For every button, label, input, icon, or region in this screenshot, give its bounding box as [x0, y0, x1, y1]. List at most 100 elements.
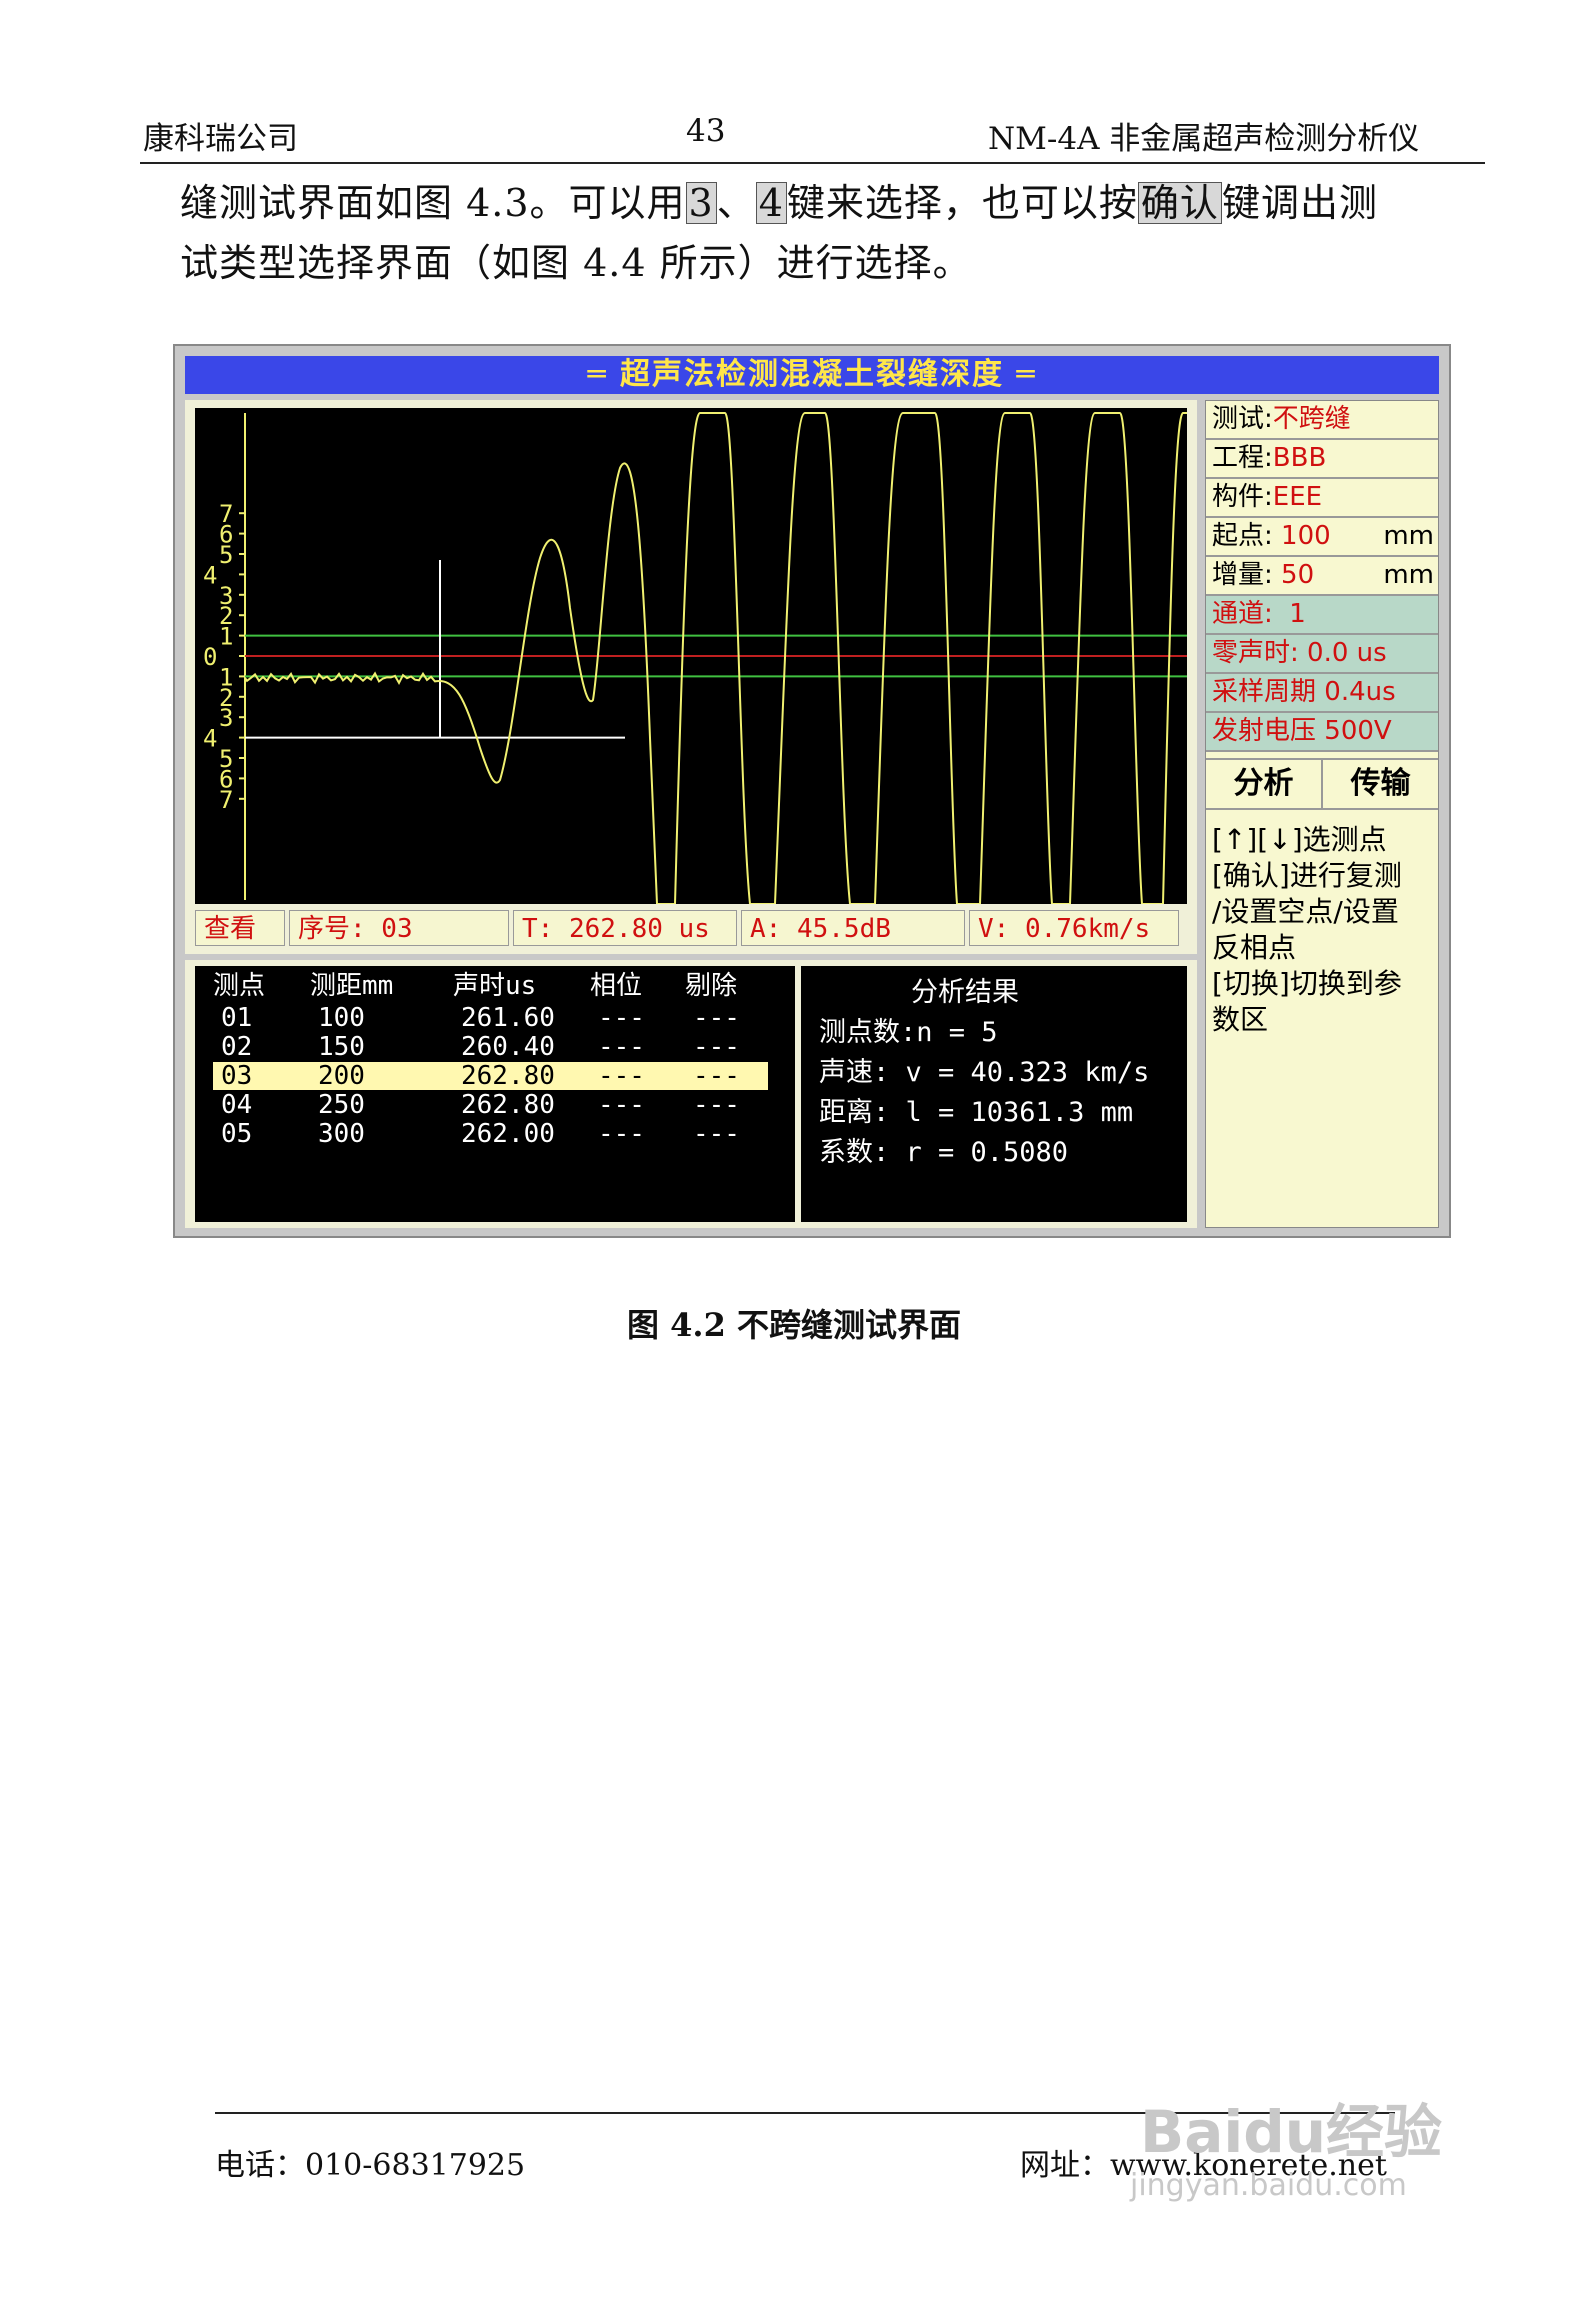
y-tick-label: 1 — [219, 623, 233, 651]
param-test: 测试:不跨缝 — [1206, 401, 1438, 440]
paragraph-text: 缝测试界面如图 4.3。可以用 — [180, 181, 686, 225]
param-member-value: EEE — [1272, 482, 1323, 512]
y-tick-label: 5 — [219, 541, 233, 569]
table-cell: --- — [598, 1003, 645, 1033]
paragraph-separator: 、 — [716, 181, 756, 225]
watermark-url: jingyan.baidu.com — [1130, 2168, 1407, 2203]
results-title: 分析结果 — [911, 977, 1019, 1008]
table-cell: --- — [693, 1090, 740, 1120]
table-cell: 250 — [318, 1090, 365, 1120]
param-project-value: BBB — [1272, 443, 1327, 473]
y-tick-label: 0 — [203, 643, 217, 671]
help-line: /设置空点/设置 — [1212, 895, 1399, 928]
table-cell: --- — [693, 1119, 740, 1149]
help-line: 数区 — [1212, 1003, 1269, 1036]
param-voltage-value: 500V — [1324, 716, 1392, 746]
table-row[interactable]: 05 300 262.00 --- --- — [195, 1120, 795, 1148]
y-tick-label: 3 — [219, 704, 233, 732]
header-product: NM-4A 非金属超声检测分析仪 — [988, 121, 1420, 157]
help-line: [↑][↓]选测点 — [1212, 823, 1387, 856]
status-mode: 查看 — [195, 910, 285, 946]
instrument-screenshot: ═ 超声法检测混凝土裂缝深度 ═ 765432101234567 查看 序号: … — [173, 344, 1451, 1238]
table-cell: 262.80 — [461, 1090, 555, 1120]
status-index: 序号: 03 — [289, 910, 509, 946]
param-voltage: 发射电压 500V — [1206, 713, 1438, 752]
table-row[interactable]: 04 250 262.80 --- --- — [195, 1091, 795, 1119]
table-cell: --- — [693, 1032, 740, 1062]
footer-phone: 电话：010-68317925 — [215, 2148, 526, 2183]
screen-title: ═ 超声法检测混凝土裂缝深度 ═ — [185, 356, 1439, 394]
help-text: [↑][↓]选测点 [确认]进行复测 /设置空点/设置 反相点 [切换]切换到参… — [1206, 810, 1438, 1038]
y-tick-label: 7 — [219, 786, 233, 814]
action-buttons: 分析 传输 — [1206, 758, 1438, 810]
key-3: 3 — [685, 182, 717, 224]
param-zero-time: 零声时: 0.0 us — [1206, 635, 1438, 674]
page-number: 43 — [686, 113, 726, 149]
param-channel-value: 1 — [1289, 599, 1306, 629]
analyze-button[interactable]: 分析 — [1206, 760, 1323, 808]
table-cell: 04 — [221, 1090, 253, 1120]
parameter-panel: 测试:不跨缝 工程:BBB 构件:EEE 起点: 100 mm 增量: 50 mm … — [1205, 400, 1439, 1228]
paragraph-line-2: 试类型选择界面（如图 4.4 所示）进行选择。 — [180, 241, 972, 285]
table-cell: --- — [693, 1061, 740, 1091]
status-amplitude: A: 45.5dB — [741, 910, 965, 946]
result-count: 测点数:n = 5 — [819, 1017, 998, 1048]
result-coefficient: 系数: r = 0.5080 — [819, 1137, 1069, 1168]
help-line: 反相点 — [1212, 931, 1297, 964]
transfer-button[interactable]: 传输 — [1323, 760, 1438, 808]
param-zero-time-value: 0.0 us — [1307, 638, 1387, 668]
waveform-panel: 765432101234567 查看 序号: 03 T: 262.80 us A… — [185, 400, 1197, 954]
y-tick-label: 4 — [203, 725, 217, 753]
figure-caption: 图 4.2 不跨缝测试界面 — [627, 1306, 961, 1344]
watermark-logo: Baidu经验 — [1140, 2098, 1443, 2166]
result-distance: 距离: l = 10361.3 mm — [819, 1097, 1134, 1128]
table-cell: --- — [598, 1032, 645, 1062]
param-start-value: 100 — [1281, 521, 1331, 551]
table-cell: 02 — [221, 1032, 253, 1062]
analysis-results: 分析结果 测点数:n = 5 声速: v = 40.323 km/s 距离: l… — [801, 966, 1187, 1222]
key-confirm: 确认 — [1137, 182, 1222, 224]
table-cell: --- — [598, 1061, 645, 1091]
help-line: [确认]进行复测 — [1212, 859, 1402, 892]
table-cell: 01 — [221, 1003, 253, 1033]
header-divider — [140, 162, 1485, 164]
waveform-plot: 765432101234567 — [195, 408, 1187, 904]
param-sample-period-value: 0.4us — [1324, 677, 1396, 707]
status-velocity: V: 0.76km/s — [969, 910, 1179, 946]
header-company: 康科瑞公司 — [143, 121, 298, 157]
param-increment-value: 50 — [1281, 560, 1315, 590]
table-cell: 300 — [318, 1119, 365, 1149]
table-row[interactable]: 01 100 261.60 --- --- — [195, 1004, 795, 1032]
status-time: T: 262.80 us — [513, 910, 737, 946]
status-bar: 查看 序号: 03 T: 262.80 us A: 45.5dB V: 0.76… — [195, 910, 1187, 946]
measurement-table: 测点 测距mm 声时us 相位 剔除 01 100 261.60 --- --- 02 150 260.… — [195, 966, 795, 1222]
param-sample-period: 采样周期 0.4us — [1206, 674, 1438, 713]
table-cell: --- — [693, 1003, 740, 1033]
waveform-trace — [244, 412, 1187, 904]
y-tick-label: 4 — [203, 561, 217, 589]
param-member: 构件:EEE — [1206, 479, 1438, 518]
param-start: 起点: 100 mm — [1206, 518, 1438, 557]
table-cell: 测距mm — [310, 971, 394, 1001]
table-cell: 相位 — [590, 971, 643, 1001]
result-velocity: 声速: v = 40.323 km/s — [819, 1057, 1150, 1088]
table-cell: 261.60 — [461, 1003, 555, 1033]
table-cell: 150 — [318, 1032, 365, 1062]
key-4: 4 — [755, 182, 787, 224]
paragraph-text: 键调出测 — [1221, 181, 1378, 225]
param-project: 工程:BBB — [1206, 440, 1438, 479]
table-cell: 测点 — [213, 971, 266, 1001]
table-cell: 03 — [221, 1061, 253, 1091]
table-cell: --- — [598, 1090, 645, 1120]
help-line: [切换]切换到参 — [1212, 967, 1402, 1000]
table-cell: 100 — [318, 1003, 365, 1033]
table-cell: 200 — [318, 1061, 365, 1091]
table-cell: 260.40 — [461, 1032, 555, 1062]
table-row[interactable]: 03 200 262.80 --- --- — [213, 1062, 768, 1090]
table-cell: 05 — [221, 1119, 253, 1149]
table-row[interactable]: 02 150 260.40 --- --- — [195, 1033, 795, 1061]
paragraph-line-1: 缝测试界面如图 4.3。可以用3、4键来选择，也可以按确认键调出测 — [180, 172, 1378, 227]
paragraph-text: 键来选择，也可以按 — [786, 181, 1138, 225]
table-cell: 声时us — [453, 971, 537, 1001]
param-test-value: 不跨缝 — [1272, 404, 1351, 434]
